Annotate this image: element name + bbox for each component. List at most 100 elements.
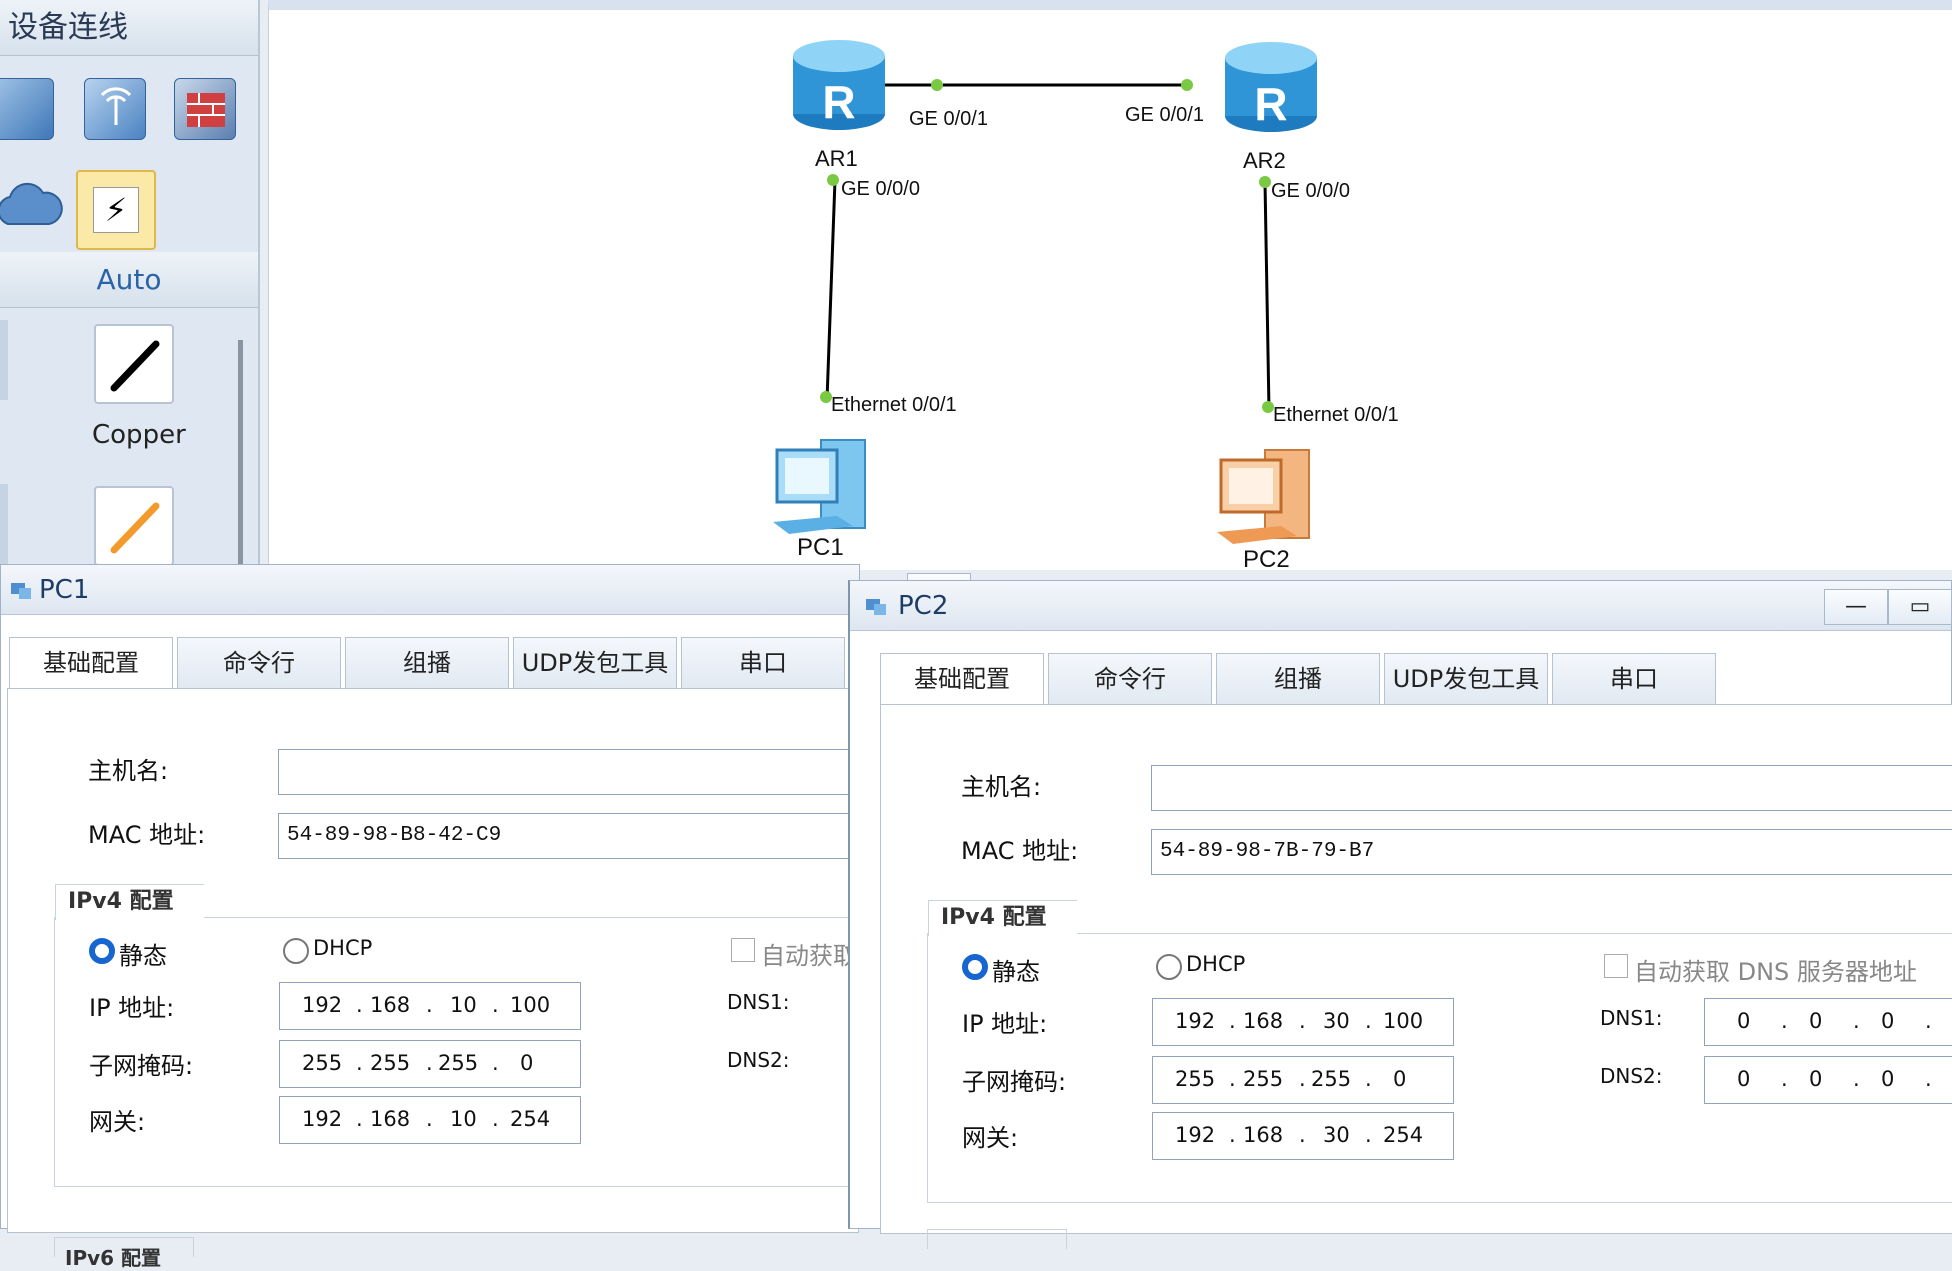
static-radio[interactable]: [89, 938, 115, 964]
tab-serial[interactable]: 串口: [681, 637, 845, 689]
wireless-ap-icon[interactable]: [84, 78, 146, 140]
dns2-label: DNS2:: [727, 1048, 790, 1072]
dns2-input[interactable]: 0.0.0.: [1704, 1056, 1952, 1104]
auto-dns-checkbox[interactable]: [731, 938, 755, 962]
ipv4-group: IPv4 配置 静态 DHCP 自动获取 DNS 服务器地址 IP 地址: 19…: [927, 900, 1952, 1203]
tab-command-line[interactable]: 命令行: [1048, 653, 1212, 705]
firewall-glyph: [187, 93, 225, 127]
ipv6-legend: IPv6 配置: [65, 1246, 162, 1270]
mask-input[interactable]: 255. 255. 255. 0: [279, 1040, 581, 1088]
ipv6-group: [927, 1229, 1067, 1249]
cable-tile-partial[interactable]: [0, 320, 8, 400]
antenna-glyph: [100, 87, 132, 125]
ip-label: IP 地址:: [89, 994, 175, 1022]
mac-label: MAC 地址:: [961, 837, 1079, 865]
auto-dns-label: 自动获取: [761, 942, 857, 970]
pc2-title-bar[interactable]: PC2 — ▭: [850, 581, 1952, 631]
port-label: Ethernet 0/0/1: [1273, 404, 1399, 426]
tab-serial[interactable]: 串口: [1552, 653, 1716, 705]
copper-label: Copper: [92, 420, 186, 450]
device-palette: 设备连线 ⚡ Auto Copper: [0, 0, 260, 570]
tab-udp-tool[interactable]: UDP发包工具: [513, 637, 677, 689]
gateway-input[interactable]: 192. 168. 10. 254: [279, 1096, 581, 1144]
fiber-cable-tile[interactable]: [94, 486, 174, 566]
hostname-label: 主机名:: [88, 757, 169, 785]
ip-label: IP 地址:: [962, 1010, 1048, 1038]
pc1-title-bar[interactable]: PC1: [1, 565, 971, 615]
device-label-pc1: PC1: [797, 534, 844, 561]
cable-tile-partial-2[interactable]: [0, 484, 8, 564]
dns1-input[interactable]: 0.0.0.: [1704, 998, 1952, 1046]
palette-section-auto: Auto: [0, 252, 258, 308]
port-dot: [931, 79, 943, 91]
port-dot: [1259, 176, 1271, 188]
tab-basic-config[interactable]: 基础配置: [880, 653, 1044, 705]
ipv4-group: IPv4 配置 静态 DHCP 自动获取 IP 地址: 192. 168. 10. 1…: [54, 884, 874, 1187]
mask-label: 子网掩码:: [962, 1068, 1067, 1096]
ipv4-legend: IPv4 配置: [55, 884, 204, 920]
hostname-label: 主机名:: [961, 773, 1042, 801]
window-title: PC1: [39, 575, 90, 605]
copper-cable-tile[interactable]: [94, 324, 174, 404]
port-dot: [1181, 79, 1193, 91]
port-label: GE 0/0/1: [1125, 104, 1204, 126]
auto-dns-label: 自动获取 DNS 服务器地址: [1634, 958, 1917, 986]
dns1-label: DNS1:: [727, 990, 790, 1014]
gateway-input[interactable]: 192. 168. 30. 254: [1152, 1112, 1454, 1160]
topology-links: [820, 79, 1274, 413]
port-label: Ethernet 0/0/1: [831, 394, 957, 416]
router-icon-ar1[interactable]: R: [789, 34, 889, 134]
link-ar1-pc1[interactable]: [825, 179, 837, 401]
port-label: GE 0/0/0: [1271, 180, 1350, 202]
switch-icon[interactable]: [0, 78, 54, 140]
tab-basic-config[interactable]: 基础配置: [9, 637, 173, 689]
static-radio[interactable]: [962, 954, 988, 980]
tab-multicast[interactable]: 组播: [345, 637, 509, 689]
static-label: 静态: [992, 958, 1040, 986]
dhcp-label: DHCP: [1186, 952, 1246, 976]
cloud-icon[interactable]: [0, 176, 64, 236]
ipv4-legend: IPv4 配置: [928, 900, 1077, 936]
dhcp-radio[interactable]: [1156, 954, 1182, 980]
firewall-icon[interactable]: [174, 78, 236, 140]
pc-icon-pc2[interactable]: [1213, 440, 1323, 550]
tab-command-line[interactable]: 命令行: [177, 637, 341, 689]
ip-input[interactable]: 192. 168. 10. 100: [279, 982, 581, 1030]
device-label-ar2: AR2: [1243, 148, 1286, 173]
mac-field: 54-89-98-B8-42-C9: [278, 813, 878, 859]
tab-udp-tool[interactable]: UDP发包工具: [1384, 653, 1548, 705]
port-label: GE 0/0/1: [909, 108, 988, 130]
pc-icon-pc1[interactable]: [769, 430, 879, 540]
dhcp-radio[interactable]: [283, 938, 309, 964]
port-dot: [827, 174, 839, 186]
power-connector-icon[interactable]: ⚡: [76, 170, 156, 250]
hostname-input[interactable]: [278, 749, 878, 795]
lightning-glyph: ⚡: [93, 187, 139, 233]
device-label-pc2: PC2: [1243, 546, 1290, 573]
mac-field: 54-89-98-7B-79-B7: [1151, 829, 1952, 875]
ip-input[interactable]: 192. 168. 30. 100: [1152, 998, 1454, 1046]
mask-label: 子网掩码:: [89, 1052, 194, 1080]
palette-header: 设备连线: [0, 0, 258, 56]
copper-cable-icon: [110, 340, 160, 392]
ipv6-group: IPv6 配置: [54, 1237, 194, 1270]
pc2-config-window: PC2 — ▭ 基础配置 命令行 组播 UDP发包工具 串口 主机名: MAC …: [848, 580, 1952, 1249]
topology-canvas[interactable]: R R GE 0/0/1 GE 0/0/1 AR1 AR2 GE 0/0/0 G…: [268, 0, 1952, 573]
hostname-input[interactable]: [1151, 765, 1952, 811]
gateway-label: 网关:: [89, 1108, 146, 1136]
palette-scrollbar[interactable]: [238, 340, 243, 570]
window-title: PC2: [898, 591, 949, 621]
svg-text:R: R: [822, 76, 855, 128]
pc1-config-window: PC1 基础配置 命令行 组播 UDP发包工具 串口 主机名: MAC 地址: …: [0, 564, 971, 1270]
minimize-button[interactable]: —: [1824, 589, 1888, 625]
tab-multicast[interactable]: 组播: [1216, 653, 1380, 705]
device-label-ar1: AR1: [815, 146, 858, 171]
auto-dns-checkbox[interactable]: [1604, 954, 1628, 978]
maximize-button[interactable]: ▭: [1888, 589, 1952, 625]
link-ar2-pc2[interactable]: [1263, 181, 1271, 411]
dhcp-label: DHCP: [313, 936, 373, 960]
router-icon-ar2[interactable]: R: [1221, 36, 1321, 136]
app-icon: [11, 583, 31, 599]
fiber-cable-icon: [110, 502, 160, 554]
mask-input[interactable]: 255. 255. 255. 0: [1152, 1056, 1454, 1104]
